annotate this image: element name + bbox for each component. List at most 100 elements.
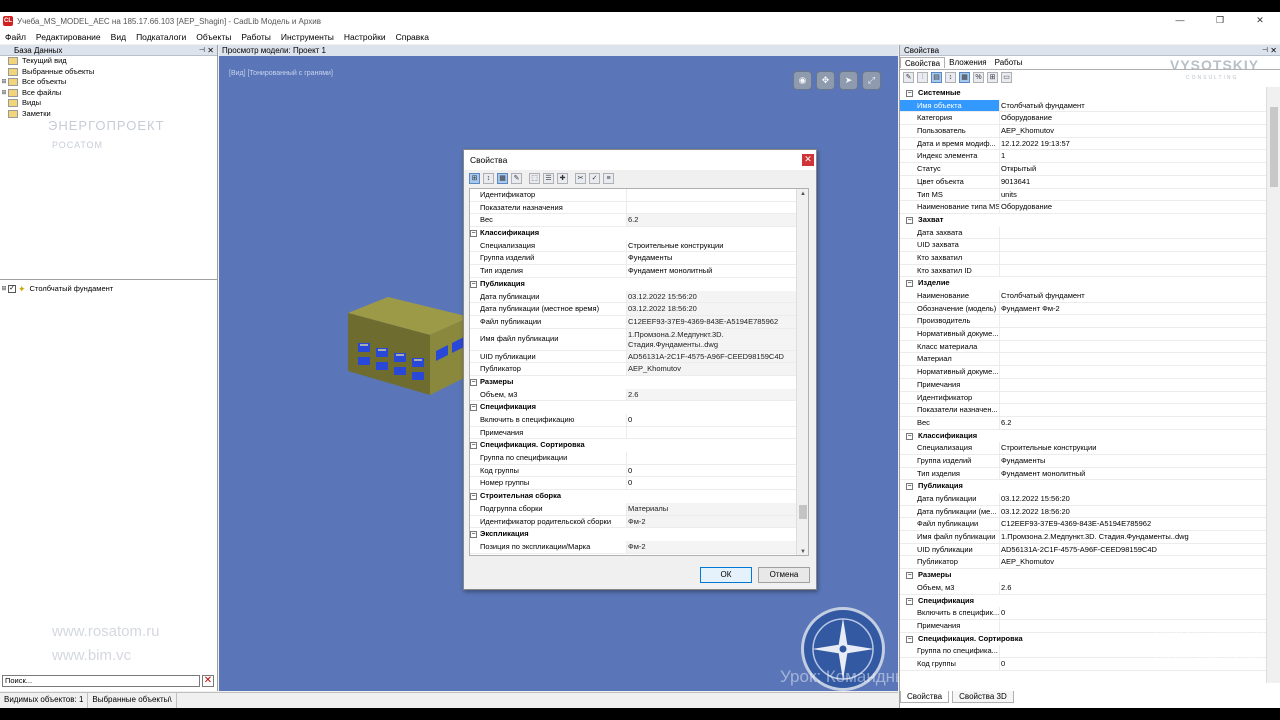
property-row[interactable]: Цвет объекта 9013641	[900, 175, 1266, 189]
property-category[interactable]: − Экспликация	[470, 528, 808, 541]
property-row[interactable]: Идентификатор родительской сборки Фм-2	[470, 515, 808, 529]
property-value[interactable]	[627, 202, 808, 214]
property-value[interactable]	[1000, 252, 1266, 264]
collapse-icon[interactable]: −	[906, 90, 913, 97]
property-row[interactable]: Группа изделий Фундаменты	[470, 252, 808, 266]
property-value[interactable]: 6.2	[627, 214, 808, 227]
property-value[interactable]: Строительные конструкции	[1000, 442, 1266, 454]
scroll-up-icon[interactable]: ▲	[797, 189, 808, 199]
property-value[interactable]	[1000, 341, 1266, 353]
collapse-icon[interactable]: −	[470, 442, 477, 450]
scroll-thumb[interactable]	[799, 505, 807, 519]
menu-works[interactable]: Работы	[236, 32, 276, 42]
property-row[interactable]: Наименование Столбчатый фундамент	[900, 290, 1266, 303]
menu-edit[interactable]: Редактирование	[31, 32, 106, 42]
restore-icon[interactable]: ❐	[1200, 12, 1240, 30]
property-value[interactable]: C12EEF93-37E9-4369-843E-A5194E785962	[1000, 518, 1266, 530]
property-value[interactable]: 1.Промзона.2.Медпункт.3D. Стадия.Фундаме…	[1000, 531, 1266, 543]
close-icon[interactable]: ✕	[1240, 12, 1280, 30]
tree-item-foundation[interactable]: ⊞ ✓ ✦ Столбчатый фундамент	[0, 284, 217, 295]
property-row[interactable]: Дата публикации (ме... 03.12.2022 18:56:2…	[900, 505, 1266, 519]
collapse-icon[interactable]: −	[906, 216, 913, 224]
property-row[interactable]: Показатели назначения	[470, 201, 808, 215]
property-row[interactable]: UID захвата	[900, 239, 1266, 252]
property-row[interactable]: Примечания	[900, 378, 1266, 392]
menu-help[interactable]: Справка	[391, 32, 434, 42]
property-value[interactable]: 2.6	[1000, 582, 1266, 594]
scroll-down-icon[interactable]: ▼	[797, 547, 808, 555]
tab-properties-3d[interactable]: Свойства 3D	[952, 691, 1014, 703]
property-row[interactable]: Код группы 0	[470, 464, 808, 478]
property-row[interactable]: UID публикации AD56131A-2C1F-4575-A96F-CE…	[900, 543, 1266, 557]
properties-grid[interactable]: − Системные Имя объекта Столбчатый фундамен…	[900, 87, 1266, 683]
property-row[interactable]: Имя файл публикации 1.Промзона.2.Медпункт…	[470, 328, 808, 351]
property-row[interactable]: Файл публикации C12EEF93-37E9-4369-843E-A…	[900, 518, 1266, 532]
property-row[interactable]: Кто захватил	[900, 251, 1266, 265]
property-value[interactable]	[1000, 392, 1266, 404]
property-row[interactable]: Показатели назначен...	[900, 404, 1266, 417]
tab-properties-bottom[interactable]: Свойства	[900, 691, 950, 703]
property-category[interactable]: − Захват	[900, 214, 1266, 227]
property-category[interactable]: − Размеры	[470, 376, 808, 389]
property-value[interactable]	[1000, 328, 1266, 340]
pin-icon[interactable]: ⊣	[199, 45, 205, 56]
property-row[interactable]: Дата публикации (местное время) 03.12.202…	[470, 303, 808, 316]
property-value[interactable]: AD56131A-2C1F-4575-A96F-CEED98159C4D	[627, 350, 808, 363]
categorized-icon[interactable]: ▤	[931, 72, 942, 83]
property-value[interactable]	[1000, 379, 1266, 391]
property-row[interactable]: Материал	[900, 353, 1266, 367]
property-row[interactable]: Идентификатор	[900, 391, 1266, 405]
tree-item-all-objects[interactable]: ⊞ Все объекты	[0, 77, 217, 88]
property-value[interactable]: Открытый	[1000, 163, 1266, 175]
property-row[interactable]: Тип MS units	[900, 188, 1266, 202]
property-value[interactable]: 03.12.2022 15:56:20	[1000, 493, 1266, 505]
property-value[interactable]	[1000, 353, 1266, 365]
property-value[interactable]	[1000, 265, 1266, 277]
property-value[interactable]: 9013641	[1000, 176, 1266, 188]
collapse-icon[interactable]: −	[906, 597, 913, 605]
property-row[interactable]: Публикатор AEP_Khomutov	[470, 363, 808, 376]
sort-icon[interactable]: ↕	[945, 72, 956, 83]
property-pages-icon[interactable]: ▦	[959, 72, 970, 83]
property-row[interactable]: Идентификатор	[470, 189, 808, 202]
apply-icon[interactable]: ✓	[589, 173, 600, 184]
categorized-icon[interactable]: ⊞	[469, 173, 480, 184]
property-row[interactable]: Имя файл публикации 1.Промзона.2.Медпункт…	[900, 531, 1266, 544]
property-category[interactable]: − Спецификация	[470, 401, 808, 414]
pan-button[interactable]: ✥	[816, 71, 835, 90]
property-row[interactable]: Специализация Строительные конструкции	[470, 239, 808, 253]
edit-icon[interactable]: ✎	[903, 72, 914, 83]
property-row[interactable]: Тип изделия Фундамент монолитный	[900, 467, 1266, 481]
property-value[interactable]: Столбчатый фундамент	[1000, 290, 1266, 302]
orbit-button[interactable]: ◉	[793, 71, 812, 90]
formula-icon[interactable]: %	[973, 72, 984, 83]
tab-properties[interactable]: Свойства	[900, 57, 946, 68]
property-row[interactable]: Категория Оборудование	[900, 112, 1266, 126]
property-row[interactable]: Номер группы 0	[470, 477, 808, 491]
property-category[interactable]: − Классификация	[900, 430, 1266, 443]
property-row[interactable]: Нормативный докуме...	[900, 328, 1266, 341]
property-row[interactable]: Объем, м3 2.6	[900, 581, 1266, 595]
property-category[interactable]: − Публикация	[470, 278, 808, 291]
property-row[interactable]: Тип изделия Фундамент монолитный	[470, 265, 808, 278]
collapse-icon[interactable]: −	[906, 432, 913, 440]
property-row[interactable]: Класс материала	[900, 340, 1266, 354]
close-icon[interactable]: ✕	[1270, 45, 1277, 56]
property-value[interactable]: 1.Промзона.2.Медпункт.3D. Стадия.Фундаме…	[627, 328, 808, 350]
property-value[interactable]	[627, 452, 808, 464]
collapse-icon[interactable]: −	[470, 493, 477, 501]
property-category[interactable]: − Спецификация. Сортировка	[470, 439, 808, 452]
property-row[interactable]: Дата захвата	[900, 226, 1266, 240]
property-row[interactable]: Вес 6.2	[470, 214, 808, 228]
property-value[interactable]	[1000, 366, 1266, 378]
property-value[interactable]	[627, 427, 808, 439]
tree-item-all-files[interactable]: ⊞ Все файлы	[0, 88, 217, 99]
property-value[interactable]: Материалы	[627, 502, 808, 515]
clear-search-icon[interactable]: ✕	[202, 675, 214, 687]
property-row[interactable]: Наименование типа MS Оборудование	[900, 201, 1266, 214]
dialog-close-button[interactable]: ✕	[802, 154, 814, 166]
tree-item-views[interactable]: Виды	[0, 98, 217, 109]
property-row[interactable]: Вес 6.2	[900, 416, 1266, 430]
property-value[interactable]: AEP_Khomutov	[1000, 556, 1266, 568]
property-category[interactable]: − Системные	[900, 87, 1266, 100]
